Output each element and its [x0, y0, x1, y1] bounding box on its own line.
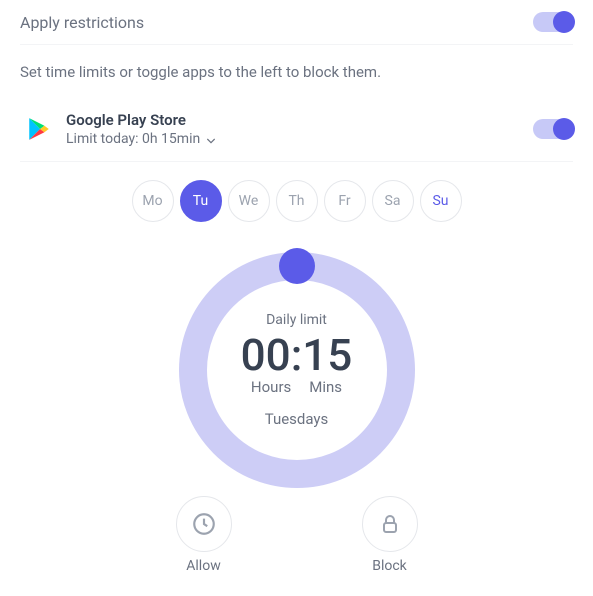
- app-row: Google Play Store Limit today: 0h 15min: [20, 103, 573, 162]
- dial-day-label: Tuesdays: [222, 410, 372, 428]
- time-value: 00:15: [222, 332, 372, 378]
- day-we[interactable]: We: [228, 180, 270, 222]
- clock-icon: [176, 496, 232, 552]
- app-limit-text: Limit today: 0h 15min: [66, 131, 200, 147]
- page-title: Apply restrictions: [20, 13, 144, 32]
- app-name: Google Play Store: [66, 111, 519, 129]
- daily-limit-label: Daily limit: [222, 312, 372, 328]
- allow-button[interactable]: Allow: [176, 496, 232, 574]
- toggle-knob: [553, 118, 575, 140]
- day-fr[interactable]: Fr: [324, 180, 366, 222]
- app-info: Google Play Store Limit today: 0h 15min: [66, 111, 519, 147]
- chevron-down-icon: [206, 134, 216, 144]
- allow-label: Allow: [186, 558, 220, 574]
- apply-restrictions-toggle[interactable]: [533, 12, 573, 32]
- lock-icon: [362, 496, 418, 552]
- dial-thumb[interactable]: [279, 248, 315, 284]
- toggle-knob: [553, 11, 575, 33]
- dial-inner: Daily limit 00:15 Hours Mins Tuesdays: [222, 312, 372, 428]
- day-th[interactable]: Th: [276, 180, 318, 222]
- day-su[interactable]: Su: [420, 180, 462, 222]
- app-toggle[interactable]: [533, 119, 573, 139]
- google-play-icon: [26, 116, 52, 142]
- app-limit-row[interactable]: Limit today: 0h 15min: [66, 131, 519, 147]
- hours-label: Hours: [251, 378, 291, 396]
- block-label: Block: [372, 558, 407, 574]
- day-mo[interactable]: Mo: [132, 180, 174, 222]
- day-tu[interactable]: Tu: [180, 180, 222, 222]
- header-row: Apply restrictions: [20, 12, 573, 45]
- time-limit-dial: Daily limit 00:15 Hours Mins Tuesdays: [179, 252, 415, 488]
- description-text: Set time limits or toggle apps to the le…: [20, 45, 573, 103]
- actions-row: Allow Block: [20, 494, 573, 574]
- days-row: Mo Tu We Th Fr Sa Su: [20, 162, 573, 234]
- block-button[interactable]: Block: [362, 496, 418, 574]
- day-sa[interactable]: Sa: [372, 180, 414, 222]
- mins-label: Mins: [309, 378, 342, 396]
